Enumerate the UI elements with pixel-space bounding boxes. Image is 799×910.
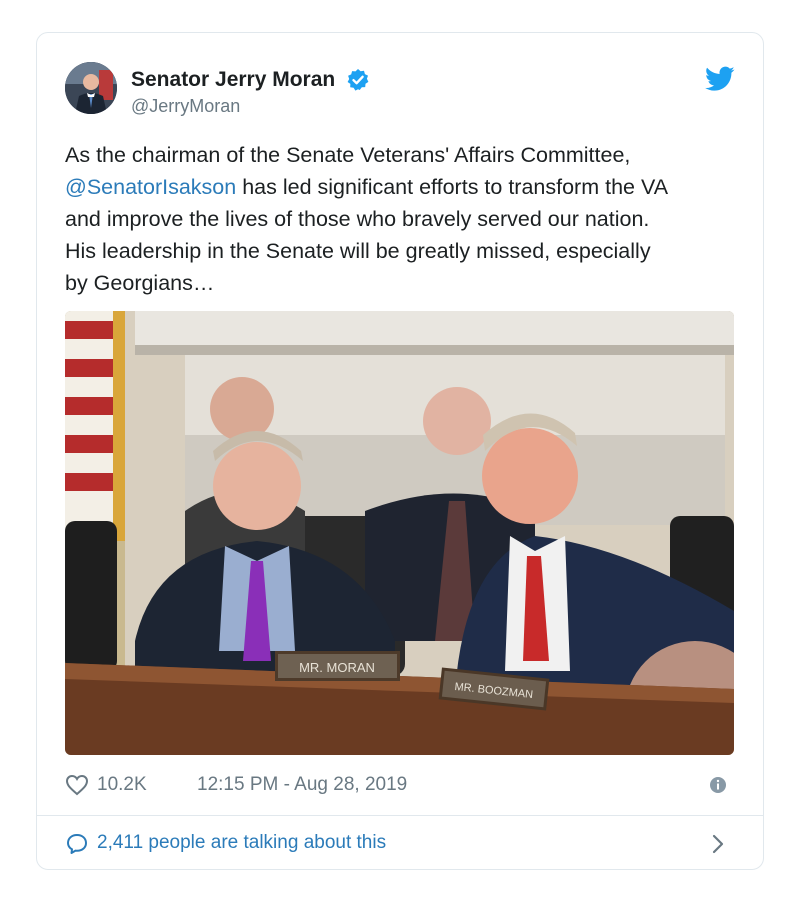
tweet-text: As the chairman of the Senate Veterans' … xyxy=(65,139,737,299)
avatar[interactable] xyxy=(65,62,117,114)
heart-icon[interactable] xyxy=(65,774,89,796)
verified-icon xyxy=(346,68,370,92)
chat-bubble-icon xyxy=(65,832,89,856)
divider xyxy=(37,815,763,816)
mention-link[interactable]: @SenatorIsakson xyxy=(65,175,236,199)
display-name[interactable]: Senator Jerry Moran xyxy=(131,68,335,92)
twitter-bird-icon[interactable] xyxy=(705,66,735,92)
conversation-link[interactable]: 2,411 people are talking about this xyxy=(65,829,735,859)
conversation-count[interactable]: 2,411 people are talking about this xyxy=(97,832,386,854)
tweet-card: Senator Jerry Moran @JerryMoran As the c… xyxy=(36,32,764,870)
tweet-photo[interactable]: MR. MORAN MR. BOOZMAN xyxy=(65,311,734,755)
tweet-meta: 10.2K 12:15 PM - Aug 28, 2019 xyxy=(65,771,735,801)
timestamp[interactable]: 12:15 PM - Aug 28, 2019 xyxy=(197,774,407,796)
like-count[interactable]: 10.2K xyxy=(97,774,147,796)
tweet-author: Senator Jerry Moran @JerryMoran xyxy=(131,68,370,117)
chevron-right-icon[interactable] xyxy=(711,833,725,855)
handle[interactable]: @JerryMoran xyxy=(131,96,370,117)
tweet-text-part: As the chairman of the Senate Veterans' … xyxy=(65,143,631,167)
tweet-header: Senator Jerry Moran @JerryMoran xyxy=(65,62,735,118)
info-icon[interactable] xyxy=(709,776,727,794)
nameplate-moran: MR. MORAN xyxy=(299,660,375,675)
